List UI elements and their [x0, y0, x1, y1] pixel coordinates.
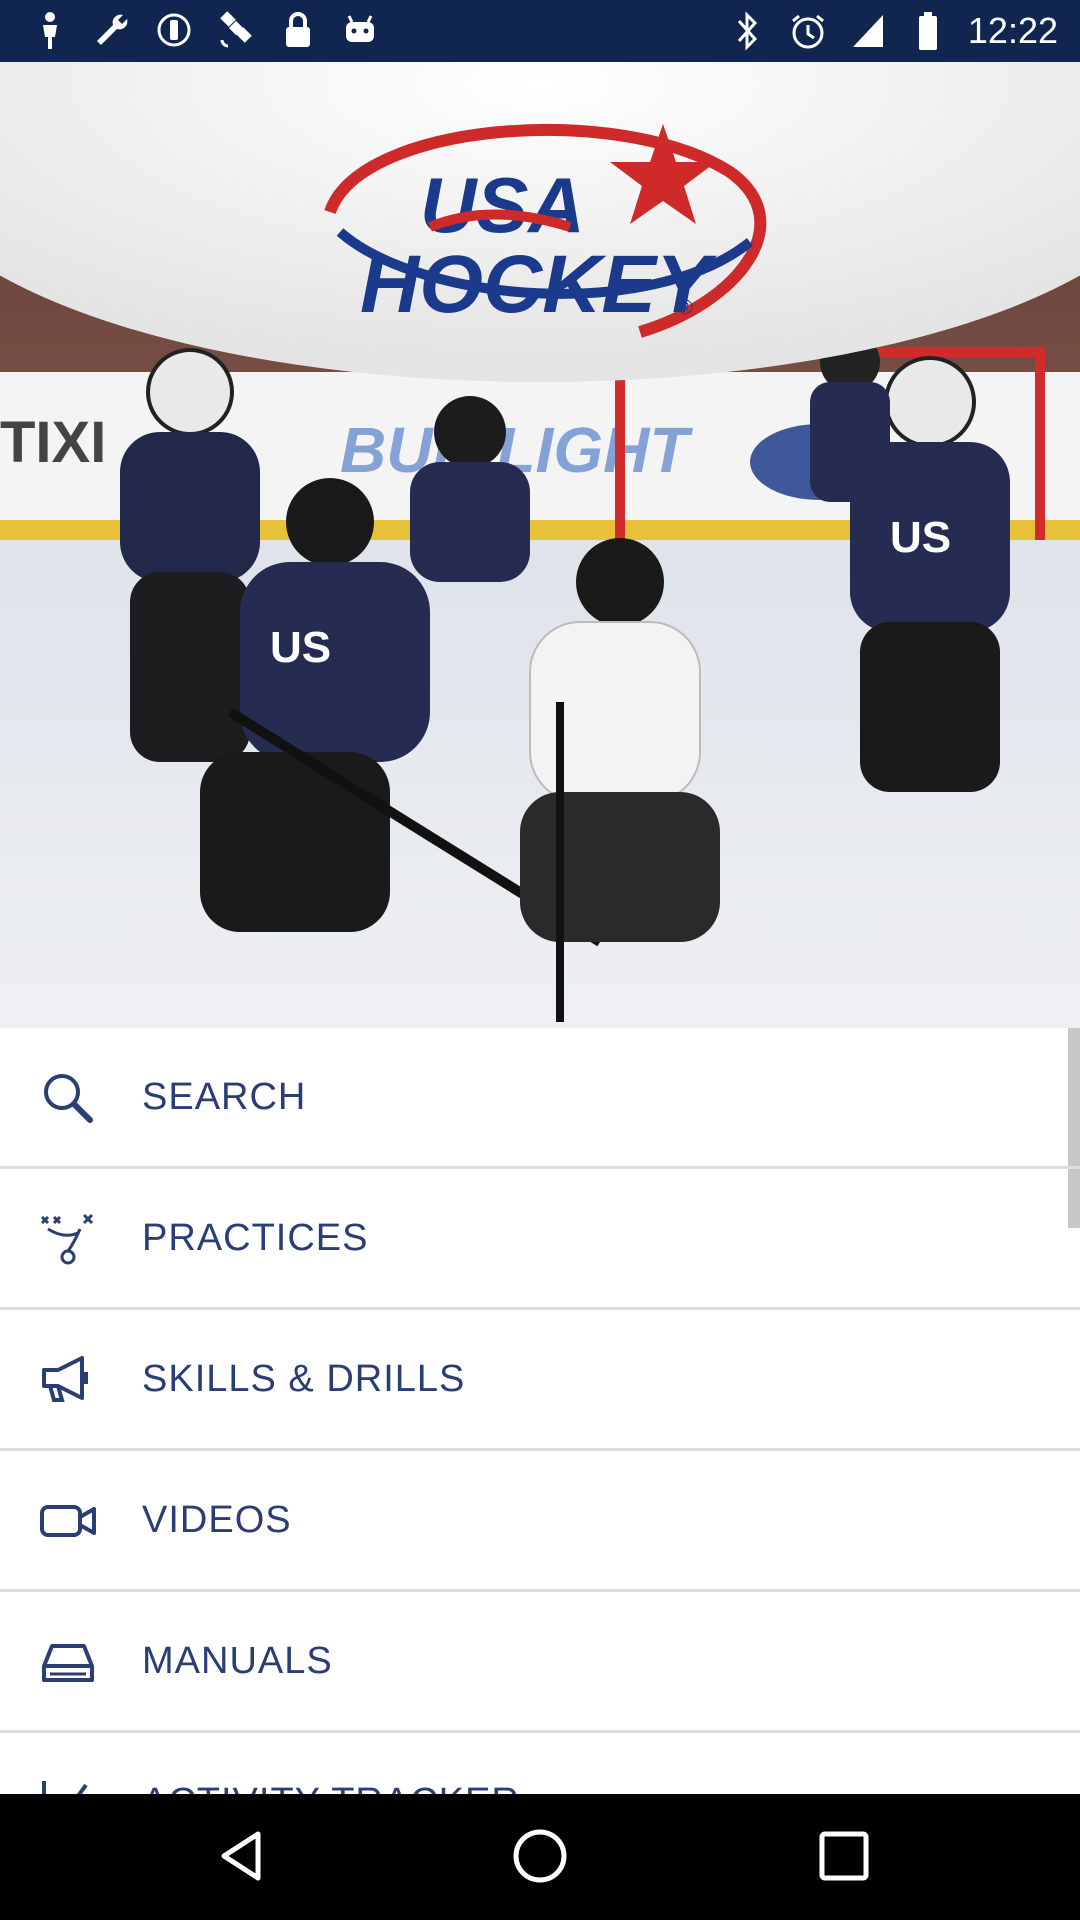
wrench-icon: [92, 10, 132, 50]
menu-item-skills-drills[interactable]: SKILLS & DRILLS: [0, 1310, 1080, 1451]
search-icon: [40, 1072, 96, 1124]
board-ad-text: TIXI: [0, 410, 106, 475]
android-icon: [340, 10, 380, 50]
menu-item-label: SKILLS & DRILLS: [142, 1358, 466, 1400]
logo-usa-text: USA: [420, 161, 585, 249]
menu-item-search[interactable]: SEARCH: [0, 1028, 1080, 1169]
system-navigation-bar: [0, 1794, 1080, 1920]
video-camera-icon: [40, 1495, 96, 1547]
hockey-photo: TIXI BUD LIGHT US US USA HOCKEY ®: [0, 62, 1080, 1028]
satellite-icon: [216, 10, 256, 50]
status-right-icons: 12:22: [728, 10, 1058, 52]
menu-item-label: SEARCH: [142, 1076, 307, 1118]
svg-text:US: US: [270, 623, 331, 672]
menu-item-label: PRACTICES: [142, 1217, 369, 1259]
home-icon[interactable]: [510, 1826, 570, 1886]
svg-text:US: US: [890, 513, 951, 562]
status-bar: 12:22: [0, 0, 1080, 62]
menu-item-activity-tracker[interactable]: ACTIVITY TRACKER: [0, 1733, 1080, 1794]
main-menu: SEARCH PRACTICES SKILLS & DRILLS VIDEOS …: [0, 1028, 1080, 1794]
menu-item-label: ACTIVITY TRACKER: [142, 1781, 520, 1794]
recents-icon[interactable]: [814, 1826, 874, 1886]
menu-item-practices[interactable]: PRACTICES: [0, 1169, 1080, 1310]
status-left-icons: [30, 10, 380, 50]
manual-icon: [40, 1636, 96, 1688]
status-time: 12:22: [967, 10, 1058, 51]
menu-item-label: VIDEOS: [142, 1499, 292, 1541]
signal-icon: [848, 11, 888, 51]
lock-icon: [278, 10, 318, 50]
hero-banner: TIXI BUD LIGHT US US USA HOCKEY ®: [0, 62, 1080, 1028]
strategy-icon: [40, 1213, 96, 1265]
menu-item-label: MANUALS: [142, 1640, 333, 1682]
logo-registered-mark: ®: [678, 297, 693, 319]
person-icon: [30, 10, 70, 50]
activity-chart-icon: [40, 1777, 96, 1794]
info-icon: [154, 10, 194, 50]
alarm-icon: [788, 11, 828, 51]
megaphone-icon: [40, 1354, 96, 1406]
menu-item-videos[interactable]: VIDEOS: [0, 1451, 1080, 1592]
logo-hockey-text: HOCKEY: [360, 239, 717, 330]
battery-icon: [908, 11, 948, 51]
bluetooth-icon: [728, 11, 768, 51]
menu-item-manuals[interactable]: MANUALS: [0, 1592, 1080, 1733]
back-icon[interactable]: [210, 1826, 270, 1886]
